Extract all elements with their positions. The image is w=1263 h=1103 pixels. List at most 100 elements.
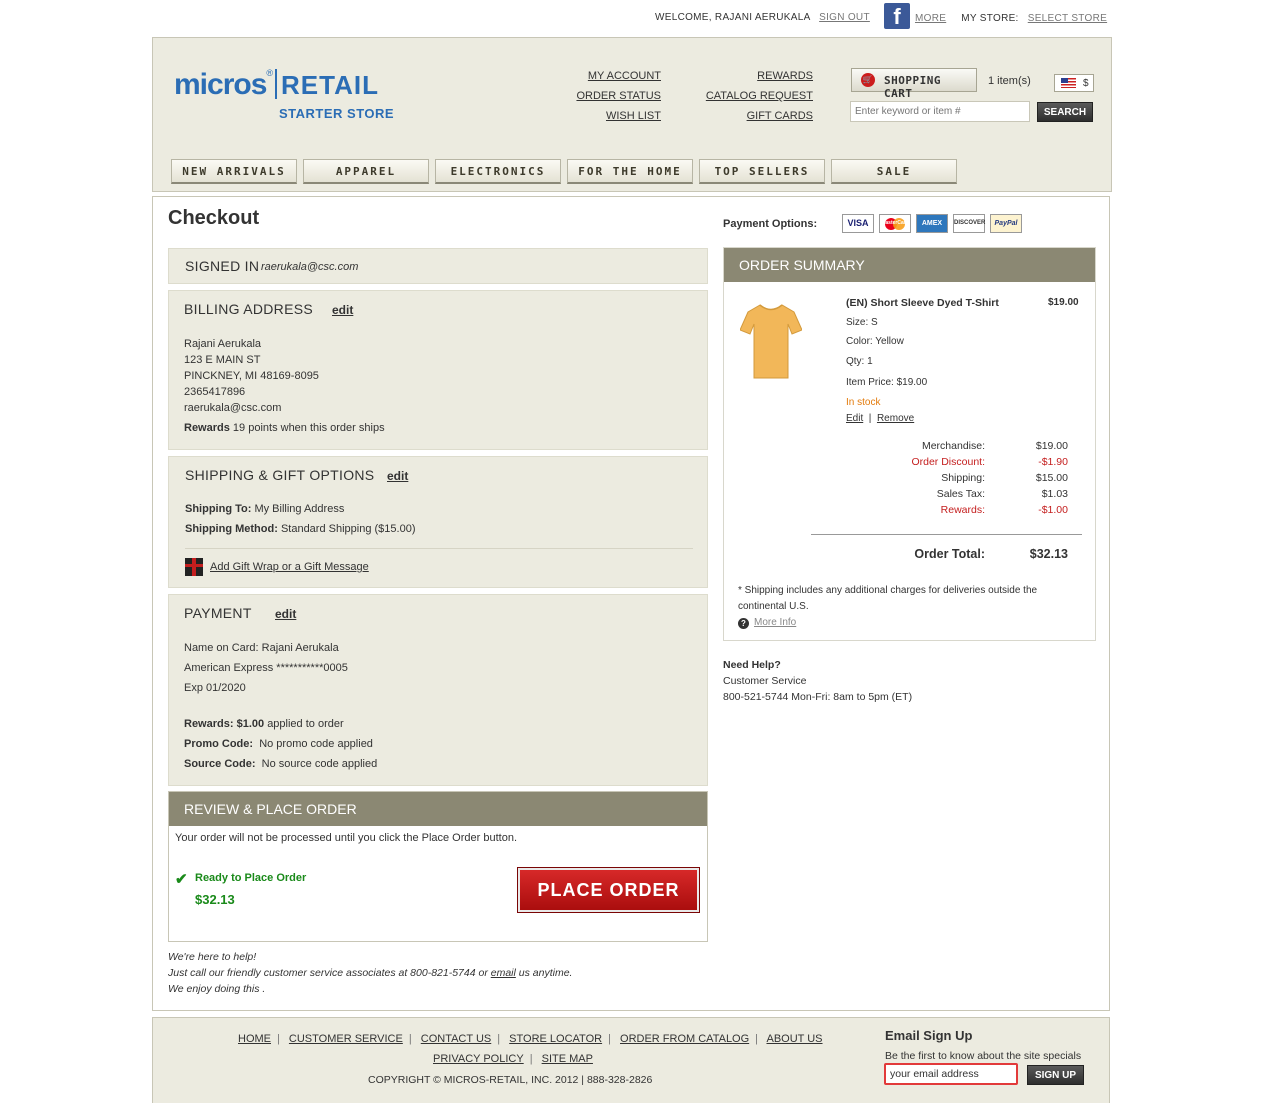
sign-up-button[interactable]: SIGN UP [1027,1065,1084,1085]
billing-rewards-text: 19 points when this order ships [232,422,385,434]
product-edit-link[interactable]: Edit [846,413,863,424]
promo-code-value: No promo code applied [259,738,373,750]
sign-out-link[interactable]: SIGN OUT [819,12,870,23]
billing-panel: BILLING ADDRESS edit Rajani Aerukala 123… [168,290,708,450]
billing-rewards-label: Rewards [184,422,230,434]
shipping-to-value: My Billing Address [254,503,345,515]
add-gift-wrap-link[interactable]: Add Gift Wrap or a Gift Message [210,561,369,573]
my-account-link[interactable]: MY ACCOUNT [563,66,661,86]
rewards-link[interactable]: REWARDS [693,66,813,86]
footer-site-map-link[interactable]: SITE MAP [542,1053,593,1065]
total-label: Sales Tax: [936,488,985,500]
nav-tab-electronics[interactable]: ELECTRONICS [435,159,561,184]
divider [185,548,693,549]
product-item-price: Item Price: $19.00 [846,377,928,388]
source-code: Source Code: No source code applied [184,758,377,770]
currency-symbol: $ [1083,78,1089,89]
gift-cards-link[interactable]: GIFT CARDS [693,106,813,126]
product-name-link[interactable]: (EN) Short Sleeve Dyed T-Shirt [846,297,999,309]
billing-phone: 2365417896 [184,386,246,398]
billing-edit-link[interactable]: edit [332,303,353,317]
need-help-title: Need Help? [723,659,781,671]
nav-tab-top-sellers[interactable]: TOP SELLERS [699,159,825,184]
help-line-2-pre: Just call our friendly customer service … [168,967,488,979]
logo-divider [275,69,278,99]
search-button[interactable]: SEARCH [1037,102,1093,122]
footer-privacy-policy-link[interactable]: PRIVACY POLICY [433,1053,524,1065]
promo-code: Promo Code: No promo code applied [184,738,373,750]
review-place-order-panel: REVIEW & PLACE ORDER Your order will not… [168,791,708,942]
nav-tab-new-arrivals[interactable]: NEW ARRIVALS [171,159,297,184]
currency-selector[interactable]: $ [1054,74,1094,92]
billing-label: BILLING ADDRESS [184,301,313,317]
catalog-request-link[interactable]: CATALOG REQUEST [693,86,813,106]
tshirt-image[interactable] [740,300,802,380]
billing-street: 123 E MAIN ST [184,354,261,366]
logo[interactable]: micros® RETAIL STARTER STORE [174,68,394,121]
nav-tab-apparel[interactable]: APPAREL [303,159,429,184]
signed-in-label: SIGNED IN [185,258,260,274]
facebook-icon[interactable]: f [884,3,910,29]
product-color: Color: Yellow [846,336,904,347]
total-label: Order Discount: [911,456,985,468]
email-link[interactable]: email [491,967,516,979]
footer-home-link[interactable]: HOME [238,1033,271,1045]
nav-tab-sale[interactable]: SALE [831,159,957,184]
more-info-link[interactable]: More Info [754,617,796,628]
help-line-3: We enjoy doing this . [168,983,266,995]
discover-icon: DISCOVER [953,214,985,233]
shipping-to: Shipping To: My Billing Address [185,503,344,515]
paypal-icon: PayPal [990,214,1022,233]
payment-edit-link[interactable]: edit [275,607,296,621]
product-actions: Edit | Remove [846,413,915,424]
divider [811,534,1082,535]
payment-rewards: Rewards: $1.00 applied to order [184,718,344,730]
need-help-line-1: Customer Service [723,675,807,687]
order-summary-panel: ORDER SUMMARY (EN) Short Sleeve Dyed T-S… [723,247,1096,641]
footer-links: HOME | CUSTOMER SERVICE | CONTACT US | STOR… [238,1033,823,1045]
header-links-col2: REWARDS CATALOG REQUEST GIFT CARDS [693,66,813,126]
footer-store-locator-link[interactable]: STORE LOCATOR [509,1033,602,1045]
more-link[interactable]: MORE [915,13,946,24]
shipping-edit-link[interactable]: edit [387,469,408,483]
mastercard-icon: MasterCard [879,214,911,233]
cart-item-count: 1 item(s) [988,75,1031,87]
search-input[interactable] [850,101,1030,122]
card-expiration: Exp 01/2020 [184,682,246,694]
order-status-link[interactable]: ORDER STATUS [563,86,661,106]
help-line-2-post: us anytime. [518,967,573,979]
footer-customer-service-link[interactable]: CUSTOMER SERVICE [289,1033,403,1045]
email-signup-input[interactable] [884,1063,1018,1085]
footer-contact-us-link[interactable]: CONTACT US [421,1033,492,1045]
ready-status: Ready to Place Order [195,872,307,884]
nav-tab-for-the-home[interactable]: FOR THE HOME [567,159,693,184]
footer-order-from-catalog-link[interactable]: ORDER FROM CATALOG [620,1033,749,1045]
shipping-panel: SHIPPING & GIFT OPTIONS edit Shipping To… [168,456,708,588]
order-total-label: Order Total: [914,547,985,561]
shopping-cart-button[interactable]: 🛒 SHOPPING CART [851,68,977,100]
shipping-note: * Shipping includes any additional charg… [738,585,1038,596]
wish-list-link[interactable]: WISH LIST [563,106,661,126]
place-order-button[interactable]: PLACE ORDER [517,867,700,913]
need-help-block: Need Help? Customer Service 800-521-5744… [723,657,912,705]
review-header: REVIEW & PLACE ORDER [169,792,707,826]
total-value: $1.03 [1041,488,1068,500]
payment-label: PAYMENT [184,605,252,621]
ready-total: $32.13 [195,892,235,907]
checkmark-icon: ✔ [175,871,188,888]
utility-bar-right: MORE MY STORE: SELECT STORE [915,13,1107,24]
footer-about-us-link[interactable]: ABOUT US [766,1033,822,1045]
help-line-2: Just call our friendly customer service … [168,965,572,981]
total-label: Shipping: [941,472,985,484]
select-store-link[interactable]: SELECT STORE [1028,13,1107,24]
billing-rewards: Rewards 19 points when this order ships [184,422,385,434]
total-label: Rewards: [940,504,985,516]
shipping-method-value: Standard Shipping ($15.00) [280,523,416,535]
help-icon: ? [738,618,749,629]
product-remove-link[interactable]: Remove [877,413,914,424]
gift-icon [185,558,203,576]
my-store-label: MY STORE: [961,13,1019,24]
total-value: -$1.90 [1038,456,1068,468]
utility-bar: WELCOME, RAJANI AERUKALA SIGN OUT [655,12,870,23]
logo-registered: ® [266,68,274,78]
